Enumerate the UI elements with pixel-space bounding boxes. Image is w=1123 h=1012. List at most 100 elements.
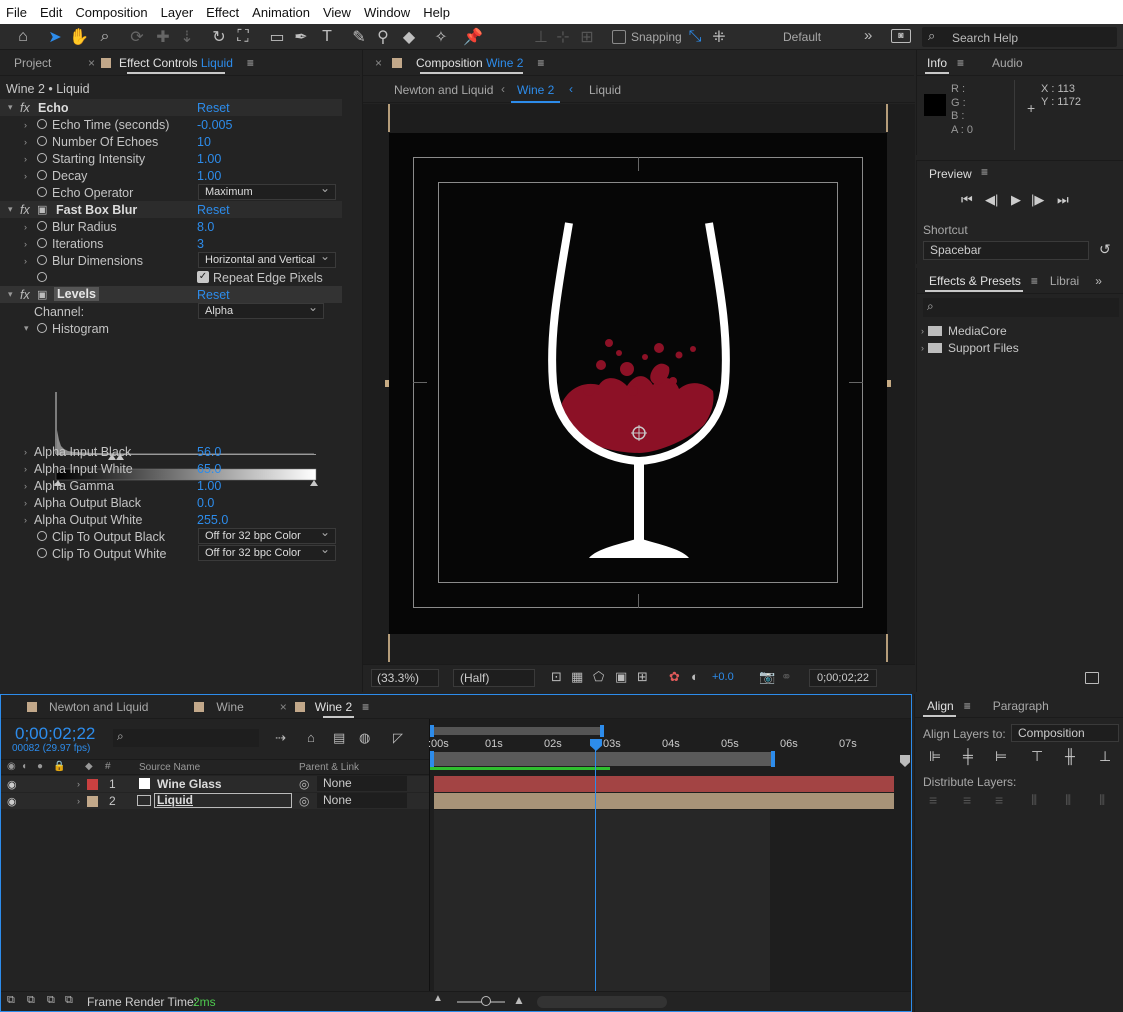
reset-link[interactable]: Reset [197, 203, 230, 217]
pan-camera-icon[interactable]: ✚ [152, 26, 174, 48]
stopwatch-icon[interactable] [37, 255, 47, 265]
twirl-closed-icon[interactable]: › [24, 256, 27, 266]
new-folder-icon[interactable] [1085, 672, 1099, 684]
last-frame-icon[interactable]: ⏭ [1057, 192, 1069, 208]
panel-menu-icon[interactable]: ≡ [362, 700, 369, 714]
stopwatch-icon[interactable] [37, 238, 47, 248]
parent-dropdown[interactable]: None [317, 793, 407, 808]
puppet-pin-tool-icon[interactable]: 📌 [462, 26, 484, 48]
navigator-start-handle[interactable] [430, 725, 434, 737]
property-value[interactable]: 56.0 [197, 445, 221, 459]
time-graph[interactable]: :00s 01s 02s 03s 04s 05s 06s 07s [428, 719, 911, 1011]
close-icon[interactable]: × [375, 56, 382, 70]
tab-effects-presets[interactable]: Effects & Presets [917, 268, 1031, 294]
channel-dropdown[interactable]: Alpha [198, 300, 324, 319]
transparency-grid-icon[interactable]: ▦ [571, 669, 583, 685]
layer-row[interactable]: ◉ › 2 Liquid ◎ None [1, 793, 429, 809]
viewer-timecode[interactable]: 0;00;02;22 [809, 669, 877, 687]
work-area-bar[interactable] [430, 752, 774, 766]
zoom-tool-icon[interactable]: ⌕ [94, 26, 116, 48]
close-icon[interactable]: × [88, 56, 95, 70]
twirl-closed-icon[interactable]: › [24, 498, 27, 508]
property-value[interactable]: 3 [197, 237, 204, 251]
align-right-icon[interactable]: ⊨ [995, 748, 1007, 765]
property-value[interactable]: 0.0 [197, 496, 214, 510]
twirl-closed-icon[interactable]: › [77, 779, 80, 789]
snapping-checkbox[interactable] [612, 30, 626, 44]
property-row[interactable]: › Starting Intensity 1.00 [0, 150, 342, 167]
hand-tool-icon[interactable]: ✋ [68, 26, 90, 48]
tab-composition[interactable]: Composition Wine 2 [412, 50, 531, 76]
twirl-closed-icon[interactable]: › [24, 447, 27, 457]
draft-3d-icon[interactable]: ⌂ [307, 730, 315, 745]
tab-timeline-wine-2[interactable]: Wine 2 [315, 694, 362, 720]
exposure-value[interactable]: +0.0 [712, 671, 734, 683]
property-row[interactable]: Echo Operator Maximum [0, 181, 342, 201]
tab-audio[interactable]: Audio [982, 50, 1033, 76]
layer-name[interactable]: Liquid [154, 793, 292, 808]
panel-menu-icon[interactable]: ≡ [537, 56, 544, 70]
first-frame-icon[interactable]: ⏮ [961, 192, 973, 208]
align-vertical-center-icon[interactable]: ╫ [1065, 748, 1075, 764]
blur-dimensions-dropdown[interactable]: Horizontal and Vertical [198, 249, 336, 268]
fx-icon[interactable]: fx [20, 101, 30, 115]
zoom-out-icon[interactable]: ▲ [433, 993, 443, 1004]
parent-link-header[interactable]: Parent & Link [299, 762, 359, 773]
search-help-field[interactable]: ⌕ Search Help [922, 27, 1117, 47]
layer-switches-icon[interactable]: ⧉ [7, 994, 15, 1007]
comp-end-marker-icon[interactable] [900, 755, 910, 767]
channels-icon[interactable]: ✿ [669, 669, 680, 685]
horizontal-scrollbar[interactable] [537, 996, 667, 1008]
channel-row[interactable]: Channel: Alpha [0, 300, 342, 320]
brush-tool-icon[interactable]: ✎ [348, 26, 370, 48]
property-value[interactable]: 1.00 [197, 479, 221, 493]
histogram-row[interactable]: ▾ Histogram [0, 320, 342, 337]
stopwatch-icon[interactable] [37, 170, 47, 180]
current-time-display[interactable]: 0;00;02;22 [15, 724, 95, 744]
pickwhip-icon[interactable]: ◎ [299, 794, 309, 808]
distribute-vertical-center-icon[interactable]: ≡ [963, 792, 971, 808]
close-icon[interactable]: × [280, 700, 287, 714]
pen-tool-icon[interactable]: ✒ [290, 26, 312, 48]
property-row[interactable]: ✓ Repeat Edge Pixels [0, 269, 342, 286]
label-color-swatch[interactable] [87, 779, 98, 790]
twirl-closed-icon[interactable]: › [24, 120, 27, 130]
clip-output-white-dropdown[interactable]: Off for 32 bpc Color [198, 542, 336, 561]
show-snapshot-icon[interactable]: ⚭ [781, 669, 792, 685]
folder-item[interactable]: › MediaCore [921, 322, 1107, 339]
property-row[interactable]: › Blur Radius 8.0 [0, 218, 342, 235]
property-row[interactable]: › Number Of Echoes 10 [0, 133, 342, 150]
stopwatch-icon[interactable] [37, 136, 47, 146]
snap-edges-icon[interactable]: ⤡ [684, 26, 706, 48]
menu-effect[interactable]: Effect [206, 5, 239, 20]
tab-paragraph[interactable]: Paragraph [993, 693, 1049, 719]
frame-blending-icon[interactable]: ◍ [359, 730, 370, 746]
mask-visibility-icon[interactable]: ⬠ [593, 669, 604, 685]
distribute-horizontal-center-icon[interactable]: ⦀ [1065, 792, 1071, 809]
menu-view[interactable]: View [323, 5, 351, 20]
tab-libraries[interactable]: Librai [1050, 268, 1079, 294]
orbit-camera-icon[interactable]: ⟳ [126, 26, 148, 48]
property-row[interactable]: › Alpha Input Black 56.0 [0, 443, 342, 460]
dolly-camera-icon[interactable]: ⇣ [176, 26, 198, 48]
twirl-closed-icon[interactable]: › [24, 515, 27, 525]
home-icon[interactable]: ⌂ [12, 26, 34, 48]
property-row[interactable]: › Decay 1.00 [0, 167, 342, 184]
stopwatch-icon[interactable] [37, 119, 47, 129]
stopwatch-icon[interactable] [37, 531, 47, 541]
menu-file[interactable]: File [6, 5, 27, 20]
rectangle-tool-icon[interactable]: ▭ [266, 26, 288, 48]
eye-icon[interactable]: ◉ [7, 778, 17, 791]
resolution-dropdown[interactable]: (Half) [453, 669, 535, 687]
twirl-open-icon[interactable]: ▾ [24, 323, 29, 334]
comp-canvas[interactable] [389, 133, 887, 634]
previous-frame-icon[interactable]: ◀| [985, 192, 998, 208]
world-axis-icon[interactable]: ⊹ [552, 26, 574, 48]
property-value[interactable]: 10 [197, 135, 211, 149]
property-row[interactable]: › Alpha Input White 65.0 [0, 460, 342, 477]
fx-icon[interactable]: fx [20, 288, 30, 302]
stopwatch-icon[interactable] [37, 272, 47, 282]
workspace-edit-icon[interactable]: ◙ [891, 29, 911, 43]
reset-shortcut-icon[interactable]: ↺ [1099, 241, 1111, 258]
composition-viewer[interactable] [363, 104, 915, 664]
